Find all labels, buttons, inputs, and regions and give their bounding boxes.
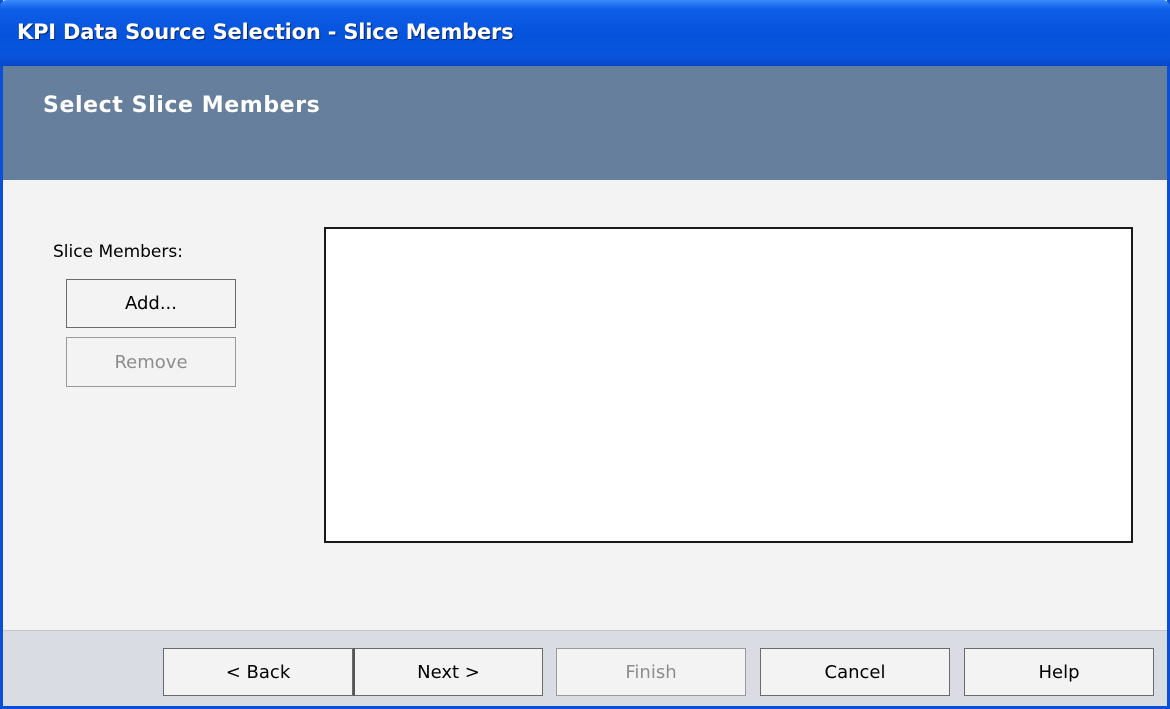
remove-button-label: Remove (114, 351, 188, 373)
remove-button[interactable]: Remove (66, 337, 236, 387)
title-bar[interactable]: KPI Data Source Selection - Slice Member… (0, 0, 1170, 66)
cancel-button-label: Cancel (824, 661, 886, 683)
finish-button[interactable]: Finish (556, 648, 746, 696)
help-button[interactable]: Help (964, 648, 1154, 696)
wizard-window: KPI Data Source Selection - Slice Member… (0, 0, 1170, 709)
back-button[interactable]: < Back (163, 648, 353, 696)
wizard-content: Slice Members: Add... Remove (3, 180, 1167, 631)
add-button-label: Add... (124, 293, 177, 314)
window-title: KPI Data Source Selection - Slice Member… (17, 20, 514, 44)
finish-button-label: Finish (625, 661, 677, 683)
help-button-label: Help (1038, 661, 1080, 683)
add-button[interactable]: Add... (66, 279, 236, 328)
cancel-button[interactable]: Cancel (760, 648, 950, 696)
next-button-label: Next > (417, 661, 480, 683)
slice-members-label: Slice Members: (53, 242, 183, 262)
wizard-footer: < Back Next > Finish Cancel Help (3, 630, 1167, 706)
slice-members-list[interactable] (324, 227, 1133, 543)
next-button[interactable]: Next > (353, 648, 543, 696)
back-button-label: < Back (225, 661, 291, 683)
wizard-header: Select Slice Members (3, 66, 1167, 180)
page-title: Select Slice Members (43, 93, 321, 118)
